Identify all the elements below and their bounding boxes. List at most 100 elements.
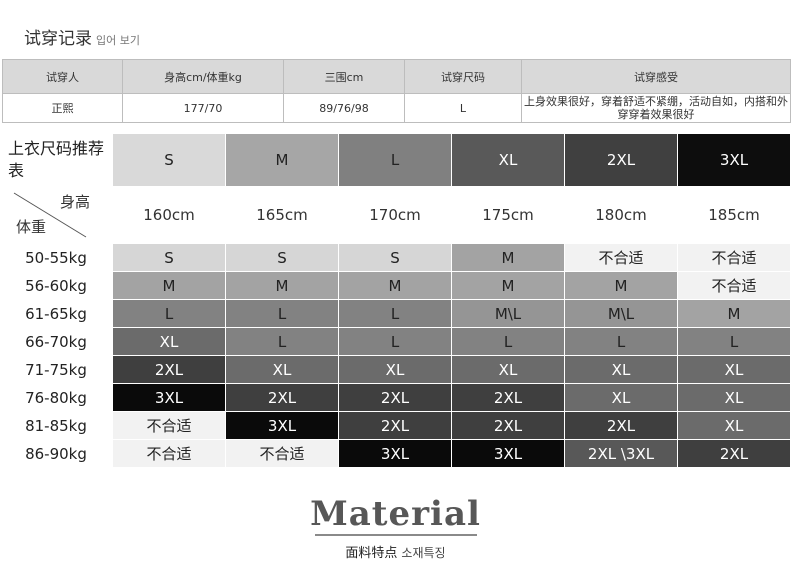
height-cell: 170cm xyxy=(339,187,452,244)
size-cell: XL xyxy=(452,356,565,384)
size-cell: 2XL xyxy=(452,384,565,412)
divider xyxy=(314,534,477,536)
size-table-title: 上衣尺码推荐表 xyxy=(0,134,113,187)
size-recommendation-table: 上衣尺码推荐表 S M L XL 2XL 3XL 身高 体重 160cm 165cm 170c… xyxy=(0,134,791,468)
height-cell: 165cm xyxy=(226,187,339,244)
size-cell: 2XL xyxy=(113,356,226,384)
size-cell: M xyxy=(678,300,791,328)
tryon-record-table: 试穿人 身高cm/体重kg 三围cm 试穿尺码 试穿感受 正熙 177/70 8… xyxy=(2,59,791,123)
size-cell: 2XL xyxy=(226,384,339,412)
size-cell: 2XL xyxy=(339,412,452,440)
size-cell: 不合适 xyxy=(678,272,791,300)
tryon-header-row: 试穿人 身高cm/体重kg 三围cm 试穿尺码 试穿感受 xyxy=(2,59,791,94)
weight-label: 71-75kg xyxy=(0,356,113,384)
header-cell: 试穿感受 xyxy=(521,59,791,94)
tryon-feedback: 上身效果很好，穿着舒适不紧绷，活动自如，内搭和外穿穿着效果很好 xyxy=(521,93,791,123)
size-cell: 不合适 xyxy=(113,412,226,440)
size-cell: M xyxy=(565,272,678,300)
weight-row: 50-55kg S S S M 不合适 不合适 xyxy=(0,244,791,272)
size-cell: 3XL xyxy=(452,440,565,468)
height-cell: 160cm xyxy=(113,187,226,244)
section-title: 试穿记录 xyxy=(24,29,92,49)
header-cell: 三围cm xyxy=(283,59,405,94)
size-cell: 不合适 xyxy=(678,244,791,272)
size-cell: XL xyxy=(339,356,452,384)
size-cell: L xyxy=(113,300,226,328)
header-cell: 身高cm/体重kg xyxy=(122,59,284,94)
height-cell: 180cm xyxy=(565,187,678,244)
size-cell: M xyxy=(339,272,452,300)
size-cell: M xyxy=(452,244,565,272)
size-header-cell: 2XL xyxy=(565,134,678,187)
size-cell: M xyxy=(226,272,339,300)
weight-label: 61-65kg xyxy=(0,300,113,328)
weight-row: 81-85kg 不合适 3XL 2XL 2XL 2XL XL xyxy=(0,412,791,440)
size-cell: L xyxy=(678,328,791,356)
tryon-size: L xyxy=(404,93,522,123)
size-cell: M xyxy=(452,272,565,300)
weight-label: 66-70kg xyxy=(0,328,113,356)
size-cell: 3XL xyxy=(339,440,452,468)
size-cell: 2XL xyxy=(339,384,452,412)
weight-label: 76-80kg xyxy=(0,384,113,412)
size-cell: S xyxy=(113,244,226,272)
size-cell: M xyxy=(113,272,226,300)
size-cell: L xyxy=(226,300,339,328)
weight-label: 56-60kg xyxy=(0,272,113,300)
size-cell: L xyxy=(339,300,452,328)
material-title: Material xyxy=(310,494,481,534)
size-cell: L xyxy=(226,328,339,356)
size-cell: L xyxy=(452,328,565,356)
size-cell: 3XL xyxy=(226,412,339,440)
size-cell: XL xyxy=(113,328,226,356)
size-cell: XL xyxy=(565,356,678,384)
material-subtitle-zh: 面料特点 xyxy=(345,546,398,561)
height-cell: 175cm xyxy=(452,187,565,244)
weight-row: 71-75kg 2XL XL XL XL XL XL xyxy=(0,356,791,384)
size-cell: 不合适 xyxy=(565,244,678,272)
weight-row: 76-80kg 3XL 2XL 2XL 2XL XL XL xyxy=(0,384,791,412)
size-cell: L xyxy=(339,328,452,356)
corner-cell: 身高 体重 xyxy=(0,187,113,244)
size-cell: 2XL xyxy=(678,440,791,468)
section-header: 试穿记录 입어 보기 xyxy=(24,24,140,49)
size-cell: 2XL xyxy=(565,412,678,440)
weight-label: 81-85kg xyxy=(0,412,113,440)
material-footer: Material 面料特点 소재특징 xyxy=(0,494,791,561)
height-axis-label: 身高 xyxy=(59,193,90,211)
tryon-name: 正熙 xyxy=(2,93,123,123)
tryon-height-weight: 177/70 xyxy=(122,93,284,123)
size-header-cell: XL xyxy=(452,134,565,187)
weight-label: 50-55kg xyxy=(0,244,113,272)
size-cell: M\L xyxy=(565,300,678,328)
weight-row: 61-65kg L L L M\L M\L M xyxy=(0,300,791,328)
size-header-cell: L xyxy=(339,134,452,187)
material-subtitle: 面料特点 소재특징 xyxy=(0,542,791,561)
size-cell: S xyxy=(339,244,452,272)
weight-row: 66-70kg XL L L L L L xyxy=(0,328,791,356)
weight-row: 86-90kg 不合适 不合适 3XL 3XL 2XL \3XL 2XL xyxy=(0,440,791,468)
section-subtitle: 입어 보기 xyxy=(96,34,140,47)
size-header-cell: S xyxy=(113,134,226,187)
size-cell: M\L xyxy=(452,300,565,328)
size-cell: XL xyxy=(678,412,791,440)
size-cell: 2XL xyxy=(452,412,565,440)
height-cell: 185cm xyxy=(678,187,791,244)
material-subtitle-kr: 소재특징 xyxy=(401,546,446,560)
size-cell: XL xyxy=(565,384,678,412)
size-cell: 不合适 xyxy=(113,440,226,468)
tryon-data-row: 正熙 177/70 89/76/98 L 上身效果很好，穿着舒适不紧绷，活动自如… xyxy=(2,93,791,123)
size-header-cell: 3XL xyxy=(678,134,791,187)
weight-row: 56-60kg M M M M M 不合适 xyxy=(0,272,791,300)
size-cell: 3XL xyxy=(113,384,226,412)
size-cell: L xyxy=(565,328,678,356)
size-cell: XL xyxy=(226,356,339,384)
tryon-measurements: 89/76/98 xyxy=(283,93,405,123)
size-header-cell: M xyxy=(226,134,339,187)
size-cell: S xyxy=(226,244,339,272)
size-header-row: 上衣尺码推荐表 S M L XL 2XL 3XL xyxy=(0,134,791,187)
header-cell: 试穿人 xyxy=(2,59,123,94)
weight-label: 86-90kg xyxy=(0,440,113,468)
height-row: 身高 体重 160cm 165cm 170cm 175cm 180cm 185cm xyxy=(0,187,791,244)
weight-axis-label: 体重 xyxy=(16,218,47,236)
